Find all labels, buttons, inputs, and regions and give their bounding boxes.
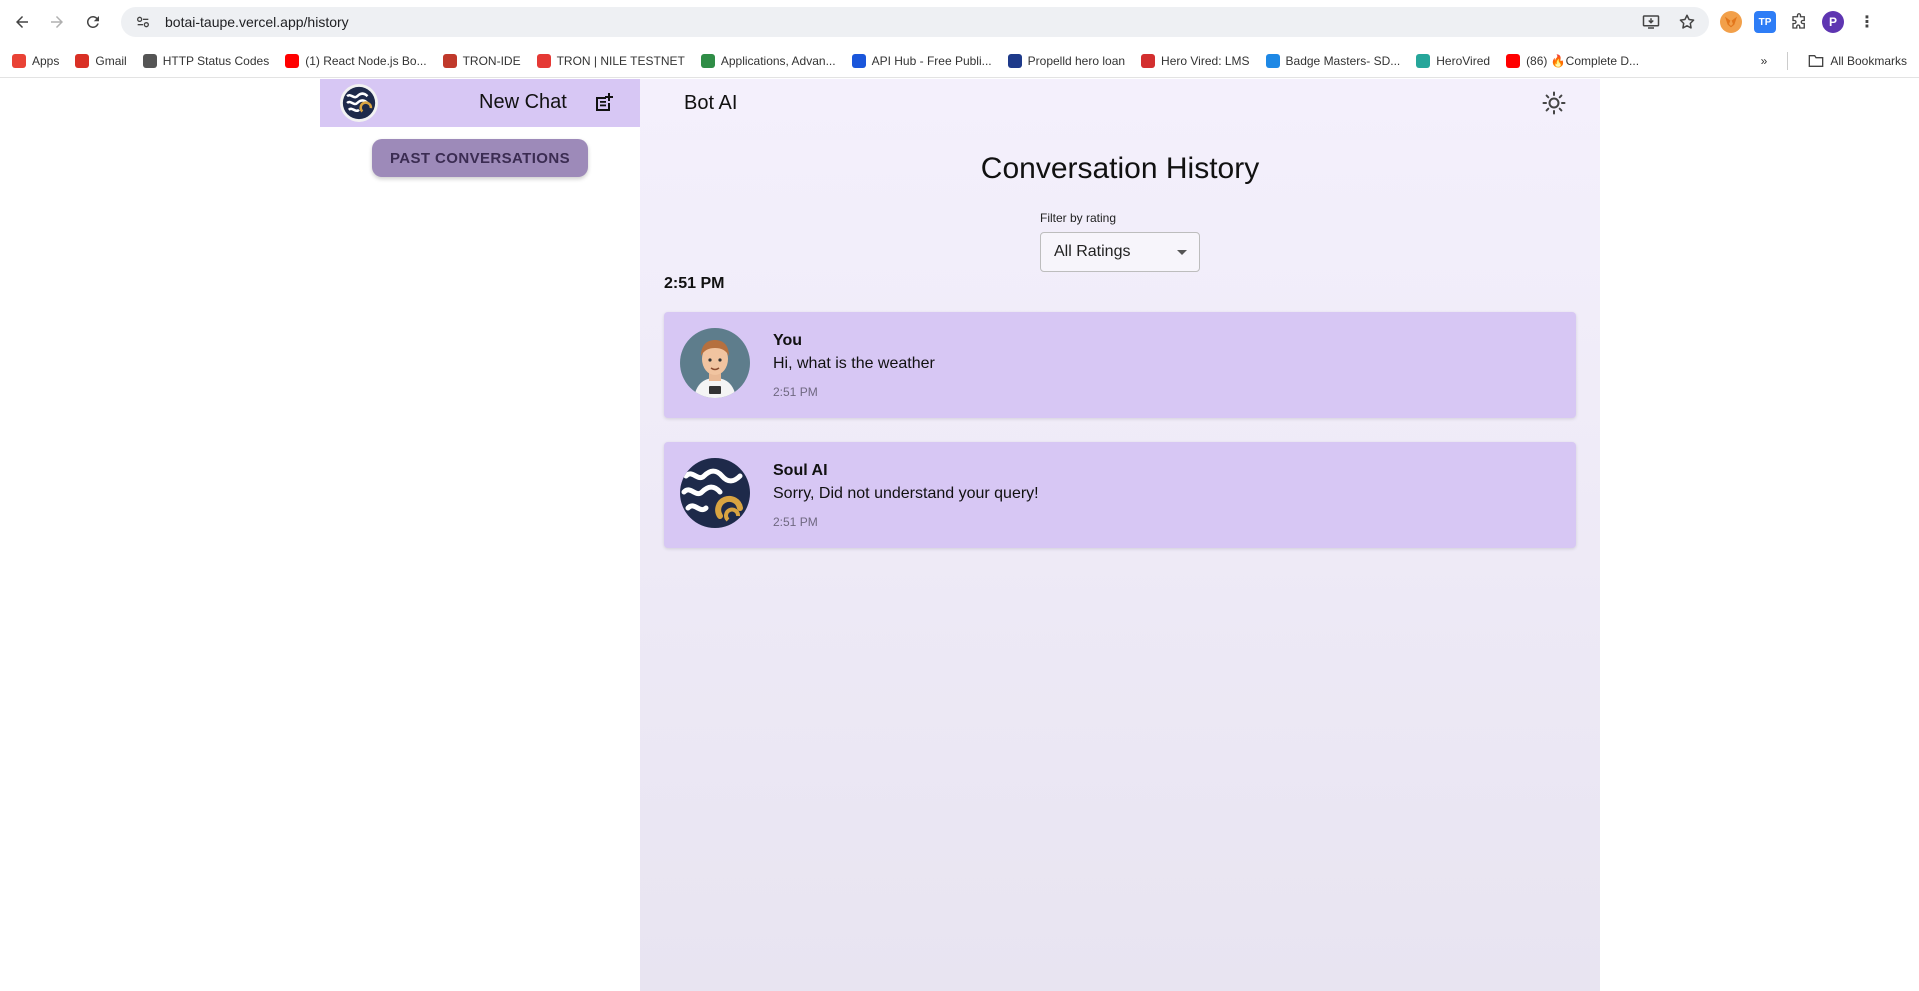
bookmark-label: Hero Vired: LMS: [1161, 53, 1250, 68]
bookmark-label: TRON-IDE: [462, 53, 521, 68]
message-card-bot: Soul AI Sorry, Did not understand your q…: [664, 442, 1576, 548]
api-hub-icon: [851, 53, 866, 68]
message-author: You: [773, 332, 803, 349]
forward-icon[interactable]: [42, 7, 72, 37]
site-settings-icon[interactable]: [133, 12, 153, 32]
bot-logo-icon[interactable]: [340, 84, 378, 122]
bookmark-item[interactable]: Propelld hero loan: [1007, 53, 1126, 68]
bot-avatar: [680, 458, 750, 528]
bookmark-item[interactable]: HTTP Status Codes: [142, 53, 270, 68]
bookmark-divider: [1787, 52, 1789, 70]
reload-icon[interactable]: [78, 7, 108, 37]
filter-label: Filter by rating: [1040, 211, 1117, 225]
bookmark-item[interactable]: (86) 🔥Complete D...: [1506, 53, 1640, 68]
address-bar[interactable]: botai-taupe.vercel.app/history: [121, 7, 1709, 37]
extensions-icon[interactable]: [1788, 11, 1810, 33]
apps-grid-icon: [12, 53, 26, 68]
dropdown-caret-icon: [1177, 250, 1187, 255]
globe-icon: [142, 53, 157, 68]
drop-icon: [1265, 53, 1280, 68]
youtube-icon: [285, 53, 300, 68]
herovired-icon: [1141, 53, 1156, 68]
bookmark-label: (1) React Node.js Bo...: [305, 53, 427, 68]
bookmark-label: TRON | NILE TESTNET: [556, 53, 685, 68]
bookmark-item[interactable]: Badge Masters- SD...: [1265, 53, 1401, 68]
browser-menu-icon[interactable]: ⋮: [1856, 11, 1878, 33]
profile-avatar[interactable]: P: [1822, 11, 1844, 33]
install-app-icon[interactable]: [1641, 12, 1661, 32]
message-time: 2:51 PM: [773, 385, 818, 399]
page-title: Conversation History: [980, 152, 1260, 185]
gmail-icon: [75, 53, 90, 68]
bookmark-item[interactable]: API Hub - Free Publi...: [851, 53, 992, 68]
browser-toolbar: botai-taupe.vercel.app/history TP P ⋮: [0, 0, 1919, 44]
gfg-icon: [700, 53, 715, 68]
metamask-icon[interactable]: [1720, 11, 1742, 33]
back-icon[interactable]: [7, 7, 37, 37]
message-text: Sorry, Did not understand your query!: [773, 485, 1039, 502]
past-conversations-button[interactable]: PAST CONVERSATIONS: [372, 139, 588, 177]
bookmark-item[interactable]: Applications, Advan...: [700, 53, 836, 68]
tp-extension-icon[interactable]: TP: [1754, 11, 1776, 33]
bookmark-item[interactable]: TRON-IDE: [442, 53, 521, 68]
app-root: New Chat PAST CONVERSATIONS Bot AI Conve…: [0, 79, 1919, 991]
herovired-q-icon: [1416, 53, 1431, 68]
sidebar: New Chat PAST CONVERSATIONS: [320, 79, 640, 991]
bookmark-label: HeroVired: [1436, 53, 1491, 68]
bookmark-label: HTTP Status Codes: [162, 53, 270, 68]
url-text[interactable]: botai-taupe.vercel.app/history: [165, 14, 349, 30]
new-chat-edit-icon[interactable]: [592, 91, 616, 115]
user-avatar: [680, 328, 750, 398]
bookmark-item[interactable]: Gmail: [75, 53, 127, 68]
more-bookmarks-icon[interactable]: »: [1761, 54, 1768, 68]
bookmark-item[interactable]: Hero Vired: LMS: [1141, 53, 1250, 68]
conversation-group-time: 2:51 PM: [664, 275, 725, 292]
tron-icon: [536, 53, 551, 68]
main-header: Bot AI: [640, 79, 1600, 127]
bookmark-item[interactable]: Apps: [12, 53, 60, 68]
bookmarks-bar: Apps Gmail HTTP Status Codes (1) React Node…: [0, 44, 1919, 78]
bookmark-label: (86) 🔥Complete D...: [1526, 53, 1640, 68]
message-time: 2:51 PM: [773, 515, 818, 529]
rating-filter-select[interactable]: All Ratings: [1040, 232, 1200, 272]
bookmark-item[interactable]: (1) React Node.js Bo...: [285, 53, 427, 68]
bookmark-item[interactable]: HeroVired: [1416, 53, 1491, 68]
bookmark-star-icon[interactable]: [1677, 12, 1697, 32]
bookmark-label: Propelld hero loan: [1027, 53, 1126, 68]
main-panel: Bot AI Conversation History Filter by ra…: [640, 79, 1600, 991]
all-bookmarks-label: All Bookmarks: [1830, 54, 1907, 68]
folder-icon: [1808, 55, 1824, 67]
bookmark-label: API Hub - Free Publi...: [871, 53, 992, 68]
bookmark-label: Apps: [32, 53, 60, 68]
brand-title: Bot AI: [684, 92, 738, 114]
sidebar-header: New Chat: [320, 79, 640, 127]
bookmark-label: Badge Masters- SD...: [1285, 53, 1401, 68]
rating-filter-value: All Ratings: [1054, 243, 1131, 260]
tron-ide-icon: [442, 53, 457, 68]
message-author: Soul AI: [773, 462, 828, 479]
propelld-icon: [1007, 53, 1022, 68]
bookmark-item[interactable]: TRON | NILE TESTNET: [536, 53, 685, 68]
message-text: Hi, what is the weather: [773, 355, 935, 372]
new-chat-label[interactable]: New Chat: [479, 91, 567, 114]
bookmark-label: Gmail: [95, 53, 127, 68]
message-card-user: You Hi, what is the weather 2:51 PM: [664, 312, 1576, 418]
theme-sun-icon[interactable]: [1542, 91, 1566, 115]
bookmark-label: Applications, Advan...: [720, 53, 836, 68]
youtube-icon: [1506, 53, 1521, 68]
all-bookmarks-button[interactable]: All Bookmarks: [1808, 54, 1907, 68]
